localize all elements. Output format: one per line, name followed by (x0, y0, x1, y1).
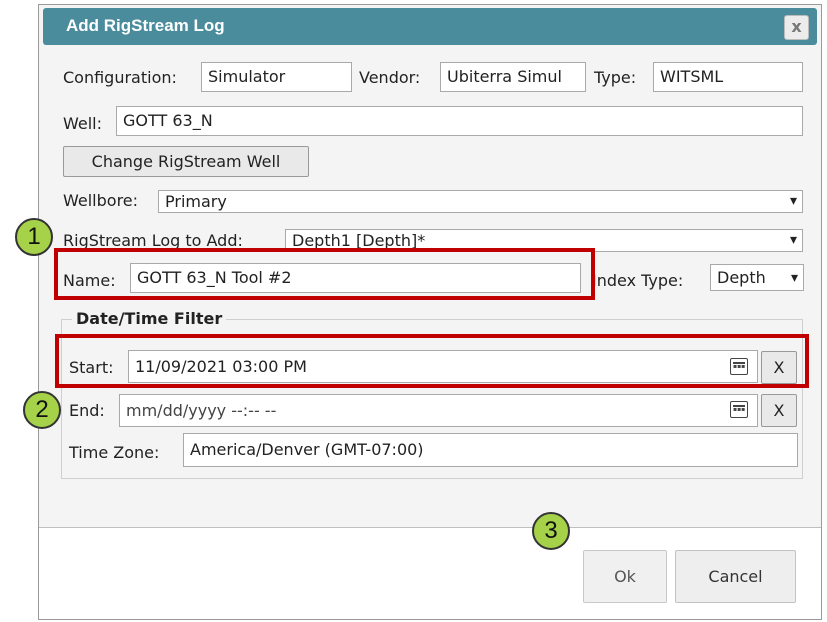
highlight-start-field (55, 334, 809, 388)
wellbore-select[interactable]: Primary ▾ (158, 190, 803, 213)
well-field[interactable]: GOTT 63_N (116, 106, 803, 136)
type-label: Type: (594, 68, 637, 87)
chevron-down-icon: ▾ (789, 193, 797, 209)
index-type-label: Index Type: (592, 271, 684, 290)
date-time-filter-legend: Date/Time Filter (72, 309, 227, 328)
chevron-down-icon: ▾ (789, 232, 797, 248)
wellbore-label: Wellbore: (63, 191, 139, 210)
callout-badge-2: 2 (23, 391, 61, 429)
callout-badge-3: 3 (532, 512, 570, 550)
dialog-title: Add RigStream Log (66, 16, 225, 35)
type-field[interactable]: WITSML (653, 62, 803, 92)
wellbore-value: Primary (165, 192, 227, 211)
end-datetime-input[interactable]: mm/dd/yyyy --:-- -- (119, 394, 758, 427)
configuration-field[interactable]: Simulator (201, 62, 352, 92)
calendar-icon[interactable] (730, 401, 748, 418)
end-datetime-placeholder: mm/dd/yyyy --:-- -- (126, 401, 277, 420)
end-label: End: (69, 401, 105, 420)
vendor-label: Vendor: (359, 68, 421, 87)
highlight-name-field (54, 248, 595, 300)
time-zone-label: Time Zone: (69, 443, 160, 462)
index-type-select[interactable]: Depth ▾ (710, 264, 804, 291)
add-rigstream-log-dialog: Add RigStream Log x Configuration: Simul… (38, 4, 822, 620)
vendor-field[interactable]: Ubiterra Simul (440, 62, 586, 92)
index-type-value: Depth (717, 268, 766, 287)
well-label: Well: (63, 114, 103, 133)
chevron-down-icon: ▾ (790, 270, 798, 286)
clear-end-button[interactable]: X (761, 394, 797, 427)
callout-badge-1: 1 (15, 218, 53, 256)
dialog-footer: Ok Cancel (39, 528, 821, 619)
cancel-button[interactable]: Cancel (675, 550, 796, 603)
configuration-label: Configuration: (63, 68, 177, 87)
close-button[interactable]: x (784, 15, 809, 40)
change-rigstream-well-button[interactable]: Change RigStream Well (63, 146, 309, 177)
ok-button[interactable]: Ok (583, 550, 667, 603)
dialog-titlebar[interactable]: Add RigStream Log x (43, 8, 817, 45)
close-icon: x (791, 17, 802, 36)
time-zone-field[interactable]: America/Denver (GMT-07:00) (183, 433, 798, 467)
